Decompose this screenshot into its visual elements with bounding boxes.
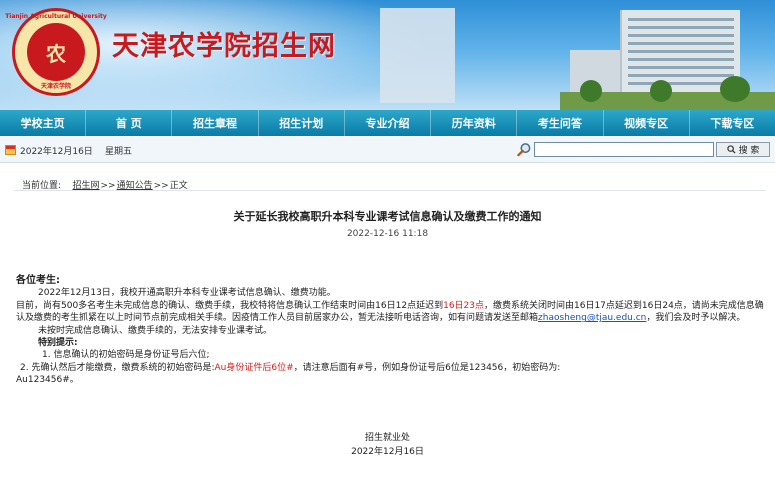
article-body: 各位考生: 2022年12月13日，我校开通高职升本科专业课考试信息确认、缴费功… bbox=[16, 275, 766, 387]
tip-title: 特别提示: bbox=[38, 338, 78, 349]
nav-downloads[interactable]: 下载专区 bbox=[690, 110, 775, 136]
nav-faq[interactable]: 考生问答 bbox=[517, 110, 604, 136]
paragraph-2-text: ，我们会及时予以解决。 bbox=[646, 313, 746, 324]
info-bar: 2022年12月16日 星期五 搜 索 bbox=[0, 137, 775, 163]
campus-building-image bbox=[560, 0, 775, 110]
current-date: 2022年12月16日 bbox=[20, 147, 93, 157]
current-weekday: 星期五 bbox=[105, 147, 133, 157]
header-banner: Tianjin Agricultural University 农 天津农学院 … bbox=[0, 0, 775, 110]
tree bbox=[650, 80, 672, 102]
search-button[interactable]: 搜 索 bbox=[716, 142, 770, 157]
signature-date: 2022年12月16日 bbox=[351, 447, 424, 457]
nav-school-home[interactable]: 学校主页 bbox=[0, 110, 87, 136]
tip-2-text: ，请注意后面有#号，例如身份证号后6位是123456，初始密码为: bbox=[293, 362, 561, 373]
divider bbox=[14, 190, 766, 191]
nav-video[interactable]: 视频专区 bbox=[604, 110, 690, 136]
blurred-region bbox=[380, 8, 455, 103]
tree bbox=[720, 76, 750, 102]
tip-2-text: 2. 先确认然后才能缴费，缴费系统的初始密码是: bbox=[20, 362, 215, 373]
search-icon bbox=[517, 143, 531, 157]
search-button-label: 搜 索 bbox=[738, 146, 760, 156]
signature: 招生就业处 2022年12月16日 bbox=[0, 431, 775, 459]
tip-2-example: Au123456#。 bbox=[16, 375, 79, 386]
paragraph-2: 目前，尚有500多名考生未完成信息的确认、缴费手续，我校特将信息确认工作结束时间… bbox=[16, 300, 766, 325]
tip-1: 1. 信息确认的初始密码是身份证号后六位; bbox=[42, 350, 210, 361]
nav-home[interactable]: 首 页 bbox=[86, 110, 173, 136]
main-nav: 学校主页 首 页 招生章程 招生计划 专业介绍 历年资料 考生问答 视频专区 下… bbox=[0, 110, 775, 136]
logo-ring-bottom: 天津农学院 bbox=[40, 83, 72, 90]
paragraph-3: 未按时完成信息确认、缴费手续的，无法安排专业课考试。 bbox=[38, 325, 273, 336]
password-format-highlight: Au身份证件后6位# bbox=[214, 362, 294, 373]
article-title: 关于延长我校高职升本科专业课考试信息确认及缴费工作的通知 bbox=[233, 210, 542, 223]
tip-2: 2. 先确认然后才能缴费，缴费系统的初始密码是:Au身份证件后6位#，请注意后面… bbox=[16, 362, 766, 374]
article-time: 2022-12-16 11:18 bbox=[346, 229, 429, 239]
highlight-deadline: 16日23点 bbox=[443, 300, 484, 311]
university-logo[interactable]: Tianjin Agricultural University 农 天津农学院 bbox=[5, 8, 107, 96]
site-title: 天津农学院招生网 bbox=[112, 31, 336, 62]
paragraph-1: 2022年12月13日，我校开通高职升本科专业课考试信息确认、缴费功能。 bbox=[38, 288, 336, 299]
tree bbox=[580, 80, 602, 102]
nav-admission-plan[interactable]: 招生计划 bbox=[259, 110, 345, 136]
nav-majors[interactable]: 专业介绍 bbox=[345, 110, 432, 136]
email-link[interactable]: zhaosheng@tjau.edu.cn bbox=[538, 313, 646, 323]
logo-center: 农 bbox=[27, 23, 85, 81]
search-input[interactable] bbox=[534, 142, 714, 157]
logo-ring-top: Tianjin Agricultural University bbox=[5, 13, 107, 20]
magnifier-icon bbox=[726, 145, 736, 154]
paragraph-2-text: 目前，尚有500多名考生未完成信息的确认、缴费手续，我校特将信息确认工作结束时间… bbox=[16, 300, 444, 311]
nav-admission-rules[interactable]: 招生章程 bbox=[172, 110, 259, 136]
calendar-icon bbox=[5, 145, 16, 155]
nav-history-data[interactable]: 历年资料 bbox=[431, 110, 518, 136]
signature-department: 招生就业处 bbox=[364, 433, 410, 443]
greeting: 各位考生: bbox=[16, 275, 60, 286]
